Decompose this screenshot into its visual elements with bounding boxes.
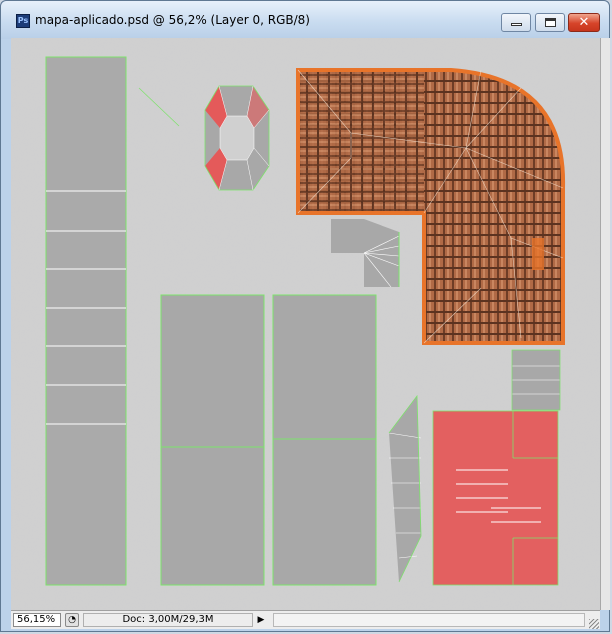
resize-grip-icon[interactable]	[589, 619, 599, 629]
uv-panel-middle-left	[160, 294, 265, 586]
maximize-icon	[545, 18, 556, 27]
navigator-icon[interactable]: ◔	[65, 613, 79, 627]
vertical-scrollbar[interactable]	[600, 38, 610, 610]
photoshop-icon: Ps	[16, 14, 30, 28]
uv-panel-middle-right	[272, 294, 377, 586]
zoom-field[interactable]: 56,15%	[13, 613, 61, 627]
close-icon: ✕	[578, 15, 590, 30]
uv-strip-left	[45, 56, 127, 586]
texture-map	[11, 38, 600, 610]
close-button[interactable]: ✕	[568, 13, 600, 32]
uv-strip-right	[511, 349, 561, 411]
document-window: Ps mapa-aplicado.psd @ 56,2% (Layer 0, R…	[0, 0, 610, 632]
maximize-button[interactable]	[535, 13, 565, 32]
horizontal-scrollbar[interactable]	[273, 613, 585, 627]
status-menu-arrow-icon[interactable]: ▶	[255, 613, 267, 627]
status-bar: 56,15% ◔ Doc: 3,00M/29,3M ▶	[11, 610, 600, 629]
document-canvas[interactable]	[11, 38, 600, 610]
title-bar[interactable]: Ps mapa-aplicado.psd @ 56,2% (Layer 0, R…	[1, 1, 609, 39]
window-title: mapa-aplicado.psd @ 56,2% (Layer 0, RGB/…	[35, 13, 310, 27]
document-size-info: Doc: 3,00M/29,3M	[83, 613, 253, 627]
red-selection-region	[432, 410, 559, 586]
minimize-icon	[511, 23, 522, 26]
minimize-button[interactable]	[501, 13, 531, 32]
